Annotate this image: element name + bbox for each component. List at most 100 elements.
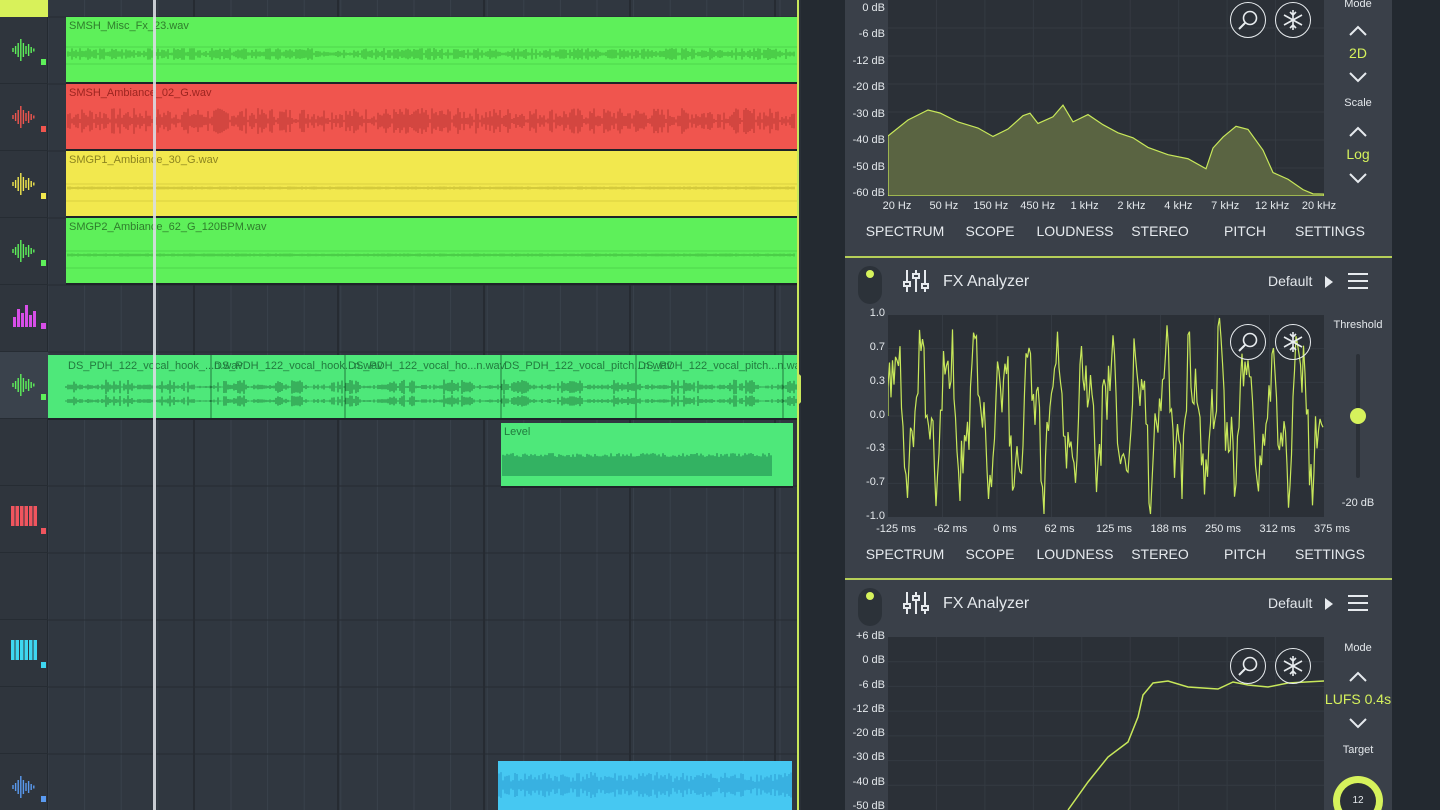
track-header-7[interactable] [0, 419, 48, 486]
tab-pitch[interactable]: PITCH [1224, 546, 1266, 562]
snowflake-icon [1283, 332, 1303, 352]
power-toggle[interactable] [858, 266, 882, 304]
tab-pitch[interactable]: PITCH [1224, 223, 1266, 239]
preset-name[interactable]: Default [1268, 273, 1312, 289]
zoom-button[interactable] [1230, 324, 1266, 360]
tab-scope[interactable]: SCOPE [965, 546, 1014, 562]
snowflake-icon [1283, 10, 1303, 30]
freeze-button[interactable] [1275, 648, 1311, 684]
vocal-clip-row: DS_PDH_122_vocal_hook_...n.wav DS_PDH_12… [48, 355, 798, 420]
vocal-clip-label[interactable]: DS_PDH_122_vocal_ho...n.wav [348, 360, 505, 372]
panel-title: FX Analyzer [943, 273, 1030, 290]
x-axis-label: 7 kHz [1211, 200, 1240, 212]
panel-header: FX Analyzer Default [845, 258, 1392, 304]
chevron-down-icon[interactable] [1348, 716, 1368, 730]
waveform-icon [12, 374, 35, 396]
chevron-down-icon[interactable] [1348, 171, 1368, 185]
y-axis-label: 0 dB [862, 2, 885, 14]
zoom-button[interactable] [1230, 2, 1266, 38]
y-axis-label: -0.3 [866, 442, 885, 455]
tab-scope[interactable]: SCOPE [965, 223, 1014, 239]
tab-loudness[interactable]: LOUDNESS [1036, 223, 1113, 239]
y-axis-label: -60 dB [852, 187, 885, 199]
track-header-5[interactable] [0, 285, 48, 352]
threshold-value: -20 dB [1341, 497, 1375, 509]
playhead[interactable] [153, 0, 156, 810]
track-color-dot [41, 796, 46, 802]
track-header-12[interactable] [0, 754, 48, 810]
track-header-2[interactable] [0, 84, 48, 151]
track-header-3[interactable] [0, 151, 48, 218]
x-axis-label: 50 Hz [929, 200, 959, 212]
track-header-8[interactable] [0, 486, 48, 553]
tab-spectrum[interactable]: SPECTRUM [866, 546, 945, 562]
y-axis-label: 0.0 [869, 408, 885, 421]
y-axis-label: -6 dB [858, 28, 885, 41]
x-axis-label: -62 ms [933, 523, 968, 535]
tab-loudness[interactable]: LOUDNESS [1036, 546, 1113, 562]
mixer-sliders-icon[interactable] [903, 268, 933, 294]
track-header-6[interactable] [0, 352, 48, 419]
snowflake-icon [1283, 656, 1303, 676]
piano-keys-icon [11, 506, 37, 526]
audio-clip[interactable]: SMSH_Ambiance_02_G.wav [66, 84, 798, 151]
clip-waveform [66, 250, 798, 269]
tab-settings[interactable]: SETTINGS [1295, 546, 1365, 562]
chevron-up-icon[interactable] [1348, 670, 1368, 684]
waveform-icon [12, 106, 35, 128]
tab-spectrum[interactable]: SPECTRUM [866, 223, 945, 239]
audio-clip[interactable]: SMGP2_Ambiance_62_G_120BPM.wav [66, 218, 798, 285]
y-axis-label: -50 dB [852, 160, 885, 173]
zoom-button[interactable] [1230, 648, 1266, 684]
panel-divider[interactable] [797, 0, 799, 810]
chevron-down-icon[interactable] [1348, 70, 1368, 84]
audio-clip[interactable]: SMGP1_Ambiance_30_G.wav [66, 151, 798, 218]
x-axis-label: 62 ms [1044, 523, 1075, 535]
chevron-up-icon[interactable] [1348, 125, 1368, 139]
right-edge [1392, 0, 1440, 810]
threshold-slider-knob[interactable] [1350, 408, 1366, 424]
x-axis-label: 312 ms [1259, 523, 1296, 535]
play-triangle-icon[interactable] [1325, 598, 1333, 610]
x-axis-label: 2 kHz [1117, 200, 1146, 212]
play-triangle-icon[interactable] [1325, 276, 1333, 288]
power-toggle[interactable] [858, 588, 882, 626]
y-axis-label: -12 dB [852, 702, 885, 715]
track-color-dot [41, 59, 46, 65]
tab-stereo[interactable]: STEREO [1131, 223, 1189, 239]
hamburger-menu-icon[interactable] [1348, 272, 1368, 290]
track-header-10[interactable] [0, 620, 48, 687]
mode-label: Mode [1344, 642, 1372, 654]
panel-header: FX Analyzer Default [845, 580, 1392, 626]
waveform-icon [12, 173, 35, 195]
freeze-button[interactable] [1275, 324, 1311, 360]
track-color-dot [41, 126, 46, 132]
scope-analyzer-panel: FX Analyzer Default 1.0 0.7 0.3 0.0 -0.3 -0.7… [845, 258, 1392, 578]
chevron-up-icon[interactable] [1348, 24, 1368, 38]
audio-clip[interactable] [498, 761, 792, 810]
mixer-sliders-icon[interactable] [903, 590, 933, 616]
x-axis-label: 4 kHz [1164, 200, 1193, 212]
tab-stereo[interactable]: STEREO [1131, 546, 1189, 562]
freeze-button[interactable] [1275, 2, 1311, 38]
target-value: 12 [1340, 783, 1376, 810]
y-axis-label: 1.0 [869, 307, 885, 319]
playlist-area[interactable]: SMSH_Misc_Fx_23.wav SMSH_Ambiance_02_G.w… [48, 0, 798, 810]
vocal-clip-label[interactable]: DS_PDH_122_vocal_pitch...n.wav [638, 360, 798, 372]
selection-corner[interactable] [0, 0, 48, 17]
track-header-4[interactable] [0, 218, 48, 285]
target-label: Target [1342, 744, 1374, 756]
tab-settings[interactable]: SETTINGS [1295, 223, 1365, 239]
target-knob[interactable]: 12 [1333, 776, 1383, 810]
track-header-11[interactable] [0, 687, 48, 754]
preset-name[interactable]: Default [1268, 595, 1312, 611]
hamburger-menu-icon[interactable] [1348, 594, 1368, 612]
waveform-icon [12, 39, 35, 61]
automation-clip[interactable]: Level [501, 423, 793, 488]
track-header-1[interactable] [0, 17, 48, 84]
x-axis-label: 188 ms [1150, 523, 1187, 535]
track-header-9[interactable] [0, 553, 48, 620]
audio-clip[interactable]: SMSH_Misc_Fx_23.wav [66, 17, 798, 84]
x-axis-label: 20 kHz [1301, 200, 1337, 212]
track-color-dot [41, 323, 46, 329]
